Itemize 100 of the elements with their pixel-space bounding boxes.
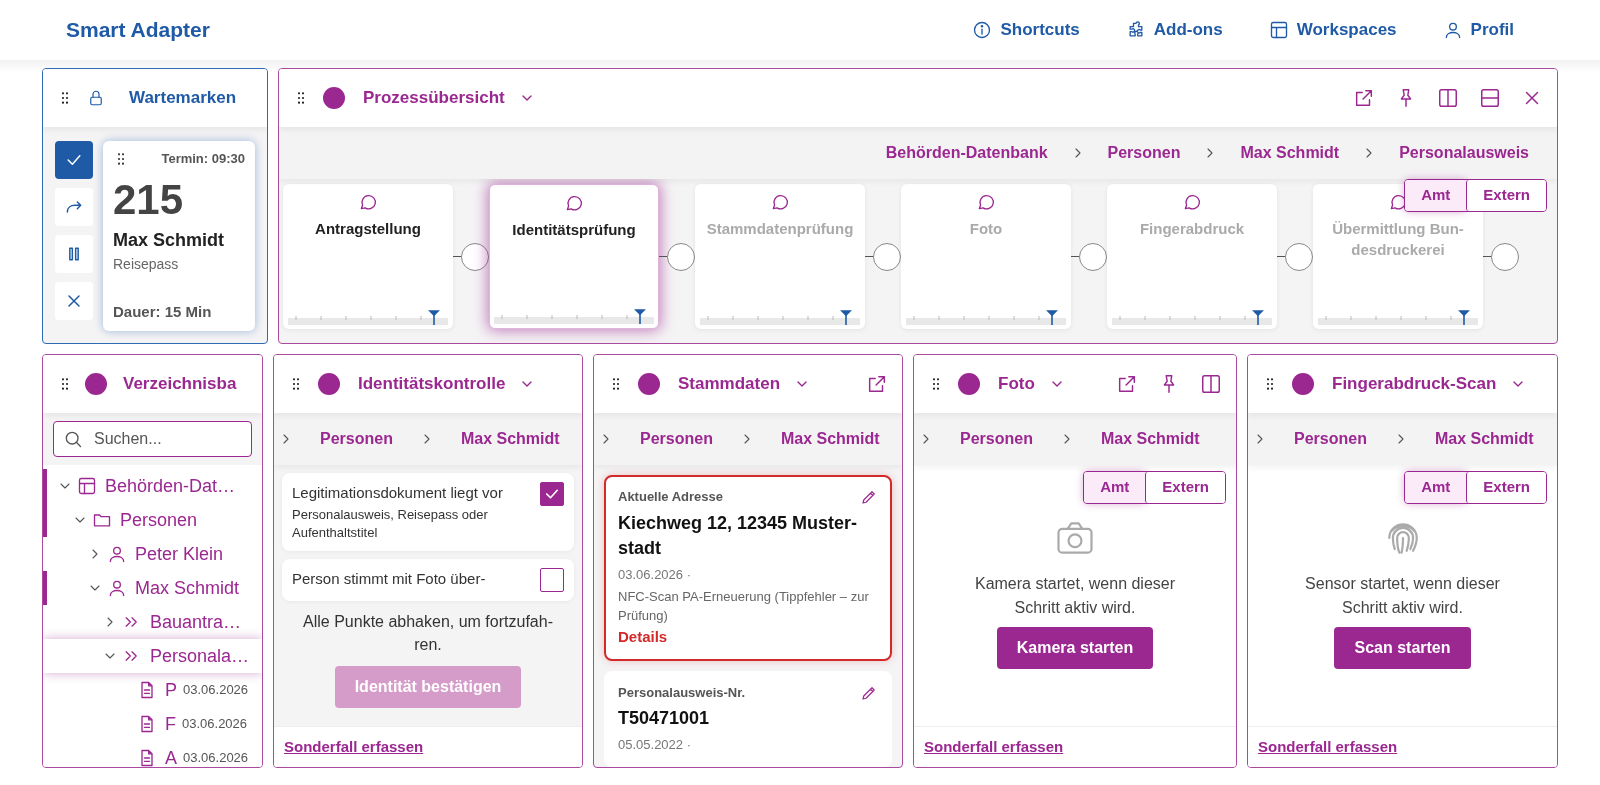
toggle-option[interactable]: Extern	[1145, 472, 1225, 503]
tree-item[interactable]: Peter Klein	[43, 537, 262, 571]
connector-line	[1277, 256, 1285, 257]
duration: Dauer: 15 Min	[113, 301, 213, 322]
panel-title: Foto	[998, 373, 1035, 396]
status-dot	[638, 373, 660, 395]
tree-label: Peter Klein	[135, 542, 224, 566]
external-link-icon[interactable]	[1116, 373, 1138, 395]
breadcrumb-link[interactable]: Behörden-Datenbank	[885, 141, 1048, 165]
user-icon	[107, 544, 127, 564]
comment-icon	[976, 192, 996, 212]
split-vertical-icon[interactable]	[1437, 87, 1459, 109]
connector-line	[1483, 256, 1491, 257]
pause-button[interactable]	[55, 235, 93, 273]
step-card[interactable]: Antragstellung	[283, 184, 453, 329]
tree-label: Max Schmidt	[135, 576, 240, 600]
breadcrumb-link[interactable]: Personen	[960, 427, 1033, 451]
toggle-option[interactable]: Amt	[1405, 180, 1467, 211]
breadcrumb-link[interactable]: Max Schmidt	[1434, 427, 1534, 451]
special-case-link[interactable]: Sonderfall erfassen	[1258, 738, 1398, 755]
item-date: 03.06.2026	[183, 681, 249, 700]
field-label: Personalausweis-Nr.	[618, 683, 746, 702]
step-label: Fingerabdruck	[1139, 219, 1245, 239]
tree-item[interactable]: A 03.06.2026	[43, 741, 262, 767]
step-node	[1285, 242, 1313, 271]
toggle-option[interactable]: Extern	[1466, 472, 1546, 503]
status-dot	[318, 373, 340, 395]
connector-line	[453, 256, 461, 257]
start-button[interactable]: Scan starten	[1334, 627, 1471, 670]
tree-item[interactable]: Bauantra…	[43, 605, 262, 639]
breadcrumb-link[interactable]: Personalausweis	[1399, 141, 1529, 165]
breadcrumb-link[interactable]: Max Schmidt	[780, 427, 880, 451]
breadcrumb-link[interactable]: Personen	[320, 427, 393, 451]
comment-icon	[770, 192, 790, 212]
nav-link[interactable]: Profil	[1442, 17, 1514, 43]
item-date: 03.06.2026	[183, 749, 249, 767]
confirm-button[interactable]	[55, 141, 93, 179]
tree-item[interactable]: Behörden-Dat…	[43, 469, 262, 503]
start-button[interactable]: Kamera starten	[996, 627, 1154, 670]
breadcrumb-link[interactable]: Max Schmidt	[1240, 141, 1340, 165]
comment-icon	[1182, 192, 1202, 212]
breadcrumb-link[interactable]: Max Schmidt	[1100, 427, 1200, 451]
checkbox[interactable]	[540, 568, 564, 593]
split-vertical-icon[interactable]	[1200, 373, 1222, 395]
connector-line	[865, 256, 873, 257]
tree-item[interactable]: F 03.06.2026	[43, 707, 262, 741]
special-case-link[interactable]: Sonderfall erfassen	[284, 738, 424, 755]
nav-link[interactable]: Shortcuts	[972, 17, 1080, 43]
app-title: Smart Adapter	[66, 17, 210, 44]
check-title: Person stimmt mit Foto über-	[292, 569, 487, 590]
panel-title: Stammdaten	[678, 373, 781, 396]
external-link-icon[interactable]	[1353, 87, 1375, 109]
search-field[interactable]: Suchen...	[53, 421, 252, 457]
tree-item[interactable]: P 03.06.2026	[43, 673, 262, 707]
status-message: Kamera startet, wenn dieser Schritt aktiv wird.	[973, 573, 1177, 619]
tree-label: Behörden-Dat…	[105, 474, 236, 498]
field-date: 05.05.2022 ·	[618, 736, 692, 755]
breadcrumb-link[interactable]: Max Schmidt	[460, 427, 560, 451]
comment-icon	[358, 192, 378, 212]
layout-icon	[1268, 20, 1289, 40]
split-horizontal-icon[interactable]	[1479, 87, 1501, 109]
forward-button[interactable]	[55, 188, 93, 226]
step-card[interactable]: Identitätsprüfung	[489, 184, 659, 329]
status-dot	[85, 373, 107, 395]
close-button[interactable]	[55, 282, 93, 320]
check-title: Legitimationsdokument liegt vor	[292, 483, 504, 503]
tree-item[interactable]: Max Schmidt	[43, 571, 262, 605]
step-node	[667, 242, 695, 271]
breadcrumb-link[interactable]: Personen	[640, 427, 713, 451]
toggle-option[interactable]: Amt	[1084, 472, 1146, 503]
toggle-option[interactable]: Extern	[1466, 180, 1546, 211]
item-date: 03.06.2026	[182, 715, 248, 734]
ticket-number: 215	[113, 176, 185, 223]
search-icon	[63, 429, 83, 449]
breadcrumb-link[interactable]: Personen	[1107, 141, 1181, 165]
nav-link[interactable]: Workspaces	[1268, 17, 1397, 43]
nav-link[interactable]: Add-ons	[1125, 17, 1223, 43]
info-icon	[972, 20, 993, 40]
status-dot	[1292, 373, 1314, 395]
tree-label: P	[165, 678, 177, 702]
tree-label: Bauantra…	[150, 610, 242, 634]
hint-text: Alle Punkte abhaken, um fortzufah-ren.	[302, 612, 554, 655]
special-case-link[interactable]: Sonderfall erfassen	[924, 738, 1064, 755]
step-label: Stammdatenprüfung	[706, 219, 854, 239]
appointment-time: Termin: 09:30	[161, 150, 245, 168]
breadcrumb-link[interactable]: Personen	[1294, 427, 1367, 451]
tree-label: A	[165, 746, 177, 767]
toggle-option[interactable]: Amt	[1405, 472, 1467, 503]
checkbox[interactable]	[540, 482, 564, 506]
external-link-icon[interactable]	[866, 373, 888, 395]
panel-title: Verzeichnisba	[123, 373, 237, 396]
step-node	[461, 242, 489, 271]
document-type: Reisepass	[113, 254, 180, 274]
field-date: 03.06.2026 ·	[618, 565, 692, 584]
field-value: Kiechweg 12, 12345 Muster-stadt	[618, 511, 859, 560]
user-icon	[107, 578, 127, 598]
step-node	[1491, 242, 1519, 271]
field-label: Aktuelle Adresse	[618, 488, 723, 506]
details-link[interactable]: Details	[618, 627, 668, 645]
tree-item[interactable]: Personen	[43, 503, 262, 537]
